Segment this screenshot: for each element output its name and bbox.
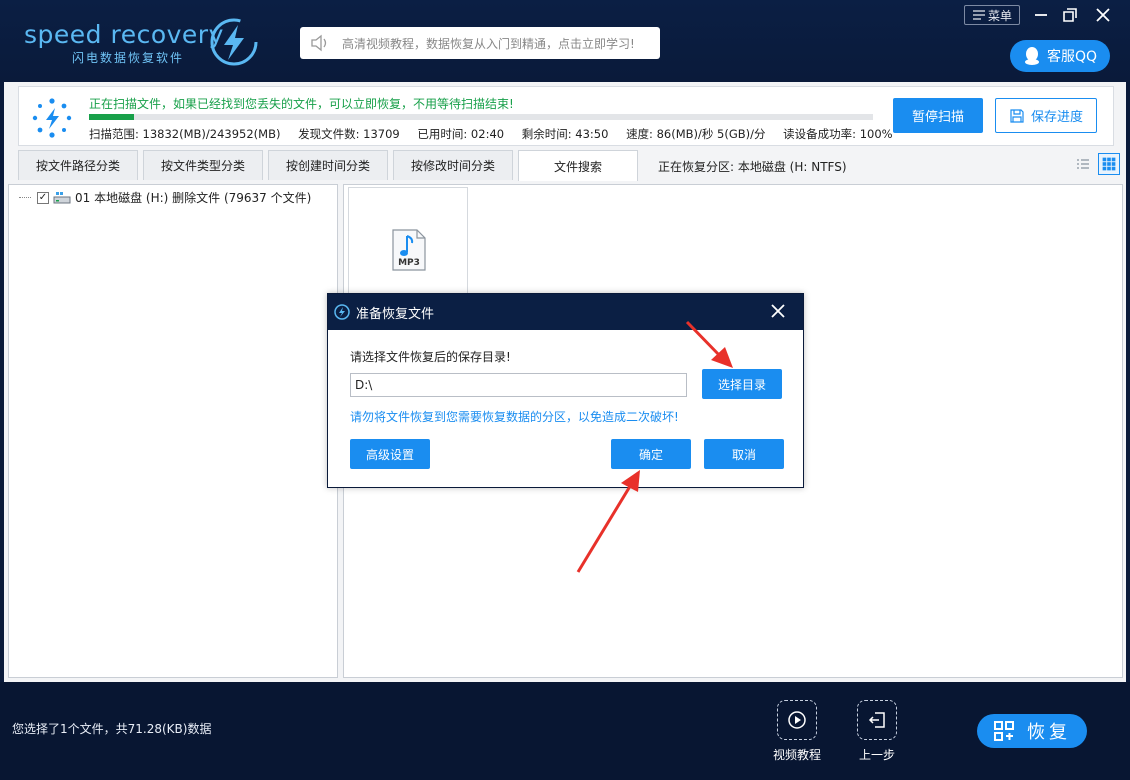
logo-text: speed recovery — [24, 20, 224, 49]
grid-view-icon[interactable] — [1098, 153, 1120, 175]
lightning-logo-icon — [210, 18, 258, 66]
selection-info: 您选择了1个文件，共71.28(KB)数据 — [12, 722, 212, 736]
read-success-rate: 读设备成功率: 100% — [783, 127, 893, 141]
qq-penguin-icon — [1024, 47, 1039, 65]
support-qq-button[interactable]: 客服QQ — [1010, 40, 1110, 72]
menu-list-icon — [972, 10, 985, 20]
app-mini-logo-icon — [334, 304, 350, 320]
cancel-button[interactable]: 取消 — [704, 439, 784, 469]
recover-grid-icon — [994, 721, 1014, 741]
advanced-settings-button[interactable]: 高级设置 — [350, 439, 430, 469]
tree-connector — [19, 197, 31, 198]
scan-stats: 扫描范围: 13832(MB)/243952(MB) 发现文件数: 13709 … — [89, 126, 907, 142]
dialog-prompt: 请选择文件恢复后的保存目录! — [350, 350, 511, 364]
scan-status-text: 正在扫描文件，如果已经找到您丢失的文件，可以立即恢复，不用等待扫描结束! — [89, 97, 514, 111]
tutorial-notice-bar[interactable]: 高清视频教程，数据恢复从入门到精通，点击立即学习! — [300, 27, 660, 59]
play-icon — [777, 700, 817, 740]
recover-button[interactable]: 恢复 — [977, 714, 1087, 748]
tab-file-search[interactable]: 文件搜索 — [518, 150, 638, 181]
dialog-title-bar: 准备恢复文件 — [328, 294, 803, 330]
remaining-time: 剩余时间: 43:50 — [521, 127, 609, 141]
tree-item-drive-h[interactable]: ✓ 01 本地磁盘 (H:) 删除文件 (79637 个文件) — [19, 189, 311, 206]
scanning-spinner-icon — [32, 98, 72, 138]
bottom-bar: 您选择了1个文件，共71.28(KB)数据 视频教程 上一步 恢复 — [0, 682, 1130, 780]
dialog-warning: 请勿将文件恢复到您需要恢复数据的分区，以免造成二次破坏! — [350, 410, 679, 424]
tree-item-checkbox[interactable]: ✓ — [37, 191, 49, 204]
file-thumbnail[interactable]: MP3 — [348, 187, 468, 297]
tree-item-label: 01 本地磁盘 (H:) 删除文件 (79637 个文件) — [75, 191, 312, 205]
save-progress-button[interactable]: 保存进度 — [995, 98, 1097, 133]
choose-directory-button[interactable]: 选择目录 — [702, 369, 782, 399]
support-qq-label: 客服QQ — [1046, 49, 1098, 65]
scan-progress-fill — [89, 114, 134, 120]
tab-by-modified[interactable]: 按修改时间分类 — [393, 150, 513, 180]
ok-button[interactable]: 确定 — [611, 439, 691, 469]
minimize-icon[interactable] — [1030, 4, 1052, 26]
recover-label: 恢复 — [1027, 722, 1071, 743]
video-tutorial-button[interactable]: 视频教程 — [767, 700, 827, 763]
save-path-input[interactable] — [350, 373, 687, 397]
menu-label: 菜单 — [987, 8, 1012, 23]
dialog-close-icon[interactable] — [769, 302, 787, 320]
category-tabs: 按文件路径分类 按文件类型分类 按创建时间分类 按修改时间分类 文件搜索 正在恢… — [18, 150, 1120, 181]
current-partition: 正在恢复分区: 本地磁盘 (H: NTFS) — [658, 160, 847, 174]
scan-speed: 速度: 86(MB)/秒 5(GB)/分 — [626, 127, 766, 141]
mp3-type-label: MP3 — [398, 258, 420, 268]
hard-drive-icon — [53, 191, 71, 203]
maximize-icon[interactable] — [1059, 4, 1081, 26]
scan-status-panel: 正在扫描文件，如果已经找到您丢失的文件，可以立即恢复，不用等待扫描结束! 扫描范… — [18, 86, 1114, 146]
floppy-disk-icon — [1010, 108, 1024, 123]
scan-progress-bar — [89, 114, 873, 120]
prepare-recover-dialog: 准备恢复文件 请选择文件恢复后的保存目录! 选择目录 请勿将文件恢复到您需要恢复… — [327, 293, 804, 488]
app-logo: speed recovery 闪电数据恢复软件 — [24, 16, 264, 72]
scan-range: 扫描范围: 13832(MB)/243952(MB) — [89, 127, 281, 141]
pause-scan-button[interactable]: 暂停扫描 — [893, 98, 983, 133]
folder-tree-panel: ✓ 01 本地磁盘 (H:) 删除文件 (79637 个文件) — [8, 184, 338, 678]
dialog-title: 准备恢复文件 — [356, 306, 435, 322]
speaker-icon — [311, 34, 327, 52]
back-button[interactable]: 上一步 — [847, 700, 907, 763]
found-files: 发现文件数: 13709 — [298, 127, 400, 141]
elapsed-time: 已用时间: 02:40 — [417, 127, 505, 141]
tutorial-notice-text: 高清视频教程，数据恢复从入门到精通，点击立即学习! — [342, 36, 635, 51]
back-label: 上一步 — [858, 748, 895, 762]
save-progress-label: 保存进度 — [1030, 110, 1083, 125]
list-view-icon[interactable] — [1072, 153, 1094, 175]
video-tutorial-label: 视频教程 — [772, 748, 821, 762]
tab-by-type[interactable]: 按文件类型分类 — [143, 150, 263, 180]
logo-subtitle: 闪电数据恢复软件 — [72, 51, 185, 65]
back-arrow-icon — [857, 700, 897, 740]
title-bar: speed recovery 闪电数据恢复软件 高清视频教程，数据恢复从入门到精… — [0, 0, 1130, 82]
tab-by-created[interactable]: 按创建时间分类 — [268, 150, 388, 180]
menu-button[interactable]: 菜单 — [964, 5, 1020, 25]
close-icon[interactable] — [1092, 4, 1114, 26]
tab-by-path[interactable]: 按文件路径分类 — [18, 150, 138, 180]
